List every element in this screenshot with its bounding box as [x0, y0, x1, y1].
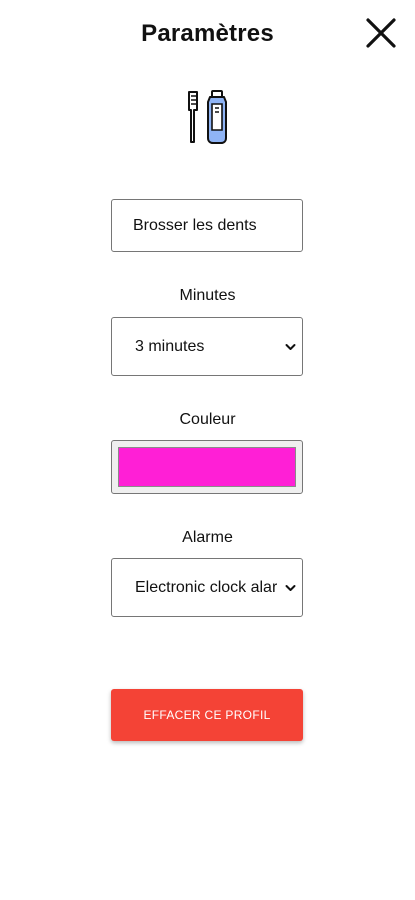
color-picker[interactable] [111, 440, 303, 494]
close-icon [366, 18, 396, 48]
profile-name-input[interactable] [111, 199, 303, 252]
alarm-label: Alarme [182, 529, 233, 546]
settings-page: Paramètres Minutes 3 minutes Couleur [0, 0, 415, 900]
chevron-down-icon [285, 343, 296, 350]
minutes-select[interactable]: 3 minutes [111, 317, 303, 376]
alarm-select-value: Electronic clock alarm [135, 578, 277, 596]
page-title: Paramètres [141, 20, 274, 47]
chevron-down-icon [285, 584, 296, 591]
toothbrush-toothpaste-icon [185, 88, 231, 146]
close-button[interactable] [365, 17, 397, 49]
minutes-label: Minutes [179, 287, 236, 304]
minutes-select-value: 3 minutes [135, 337, 205, 355]
delete-profile-button[interactable]: EFFACER CE PROFIL [111, 689, 303, 741]
color-label: Couleur [179, 411, 236, 428]
alarm-select[interactable]: Electronic clock alarm [111, 558, 303, 617]
color-swatch [118, 447, 296, 487]
